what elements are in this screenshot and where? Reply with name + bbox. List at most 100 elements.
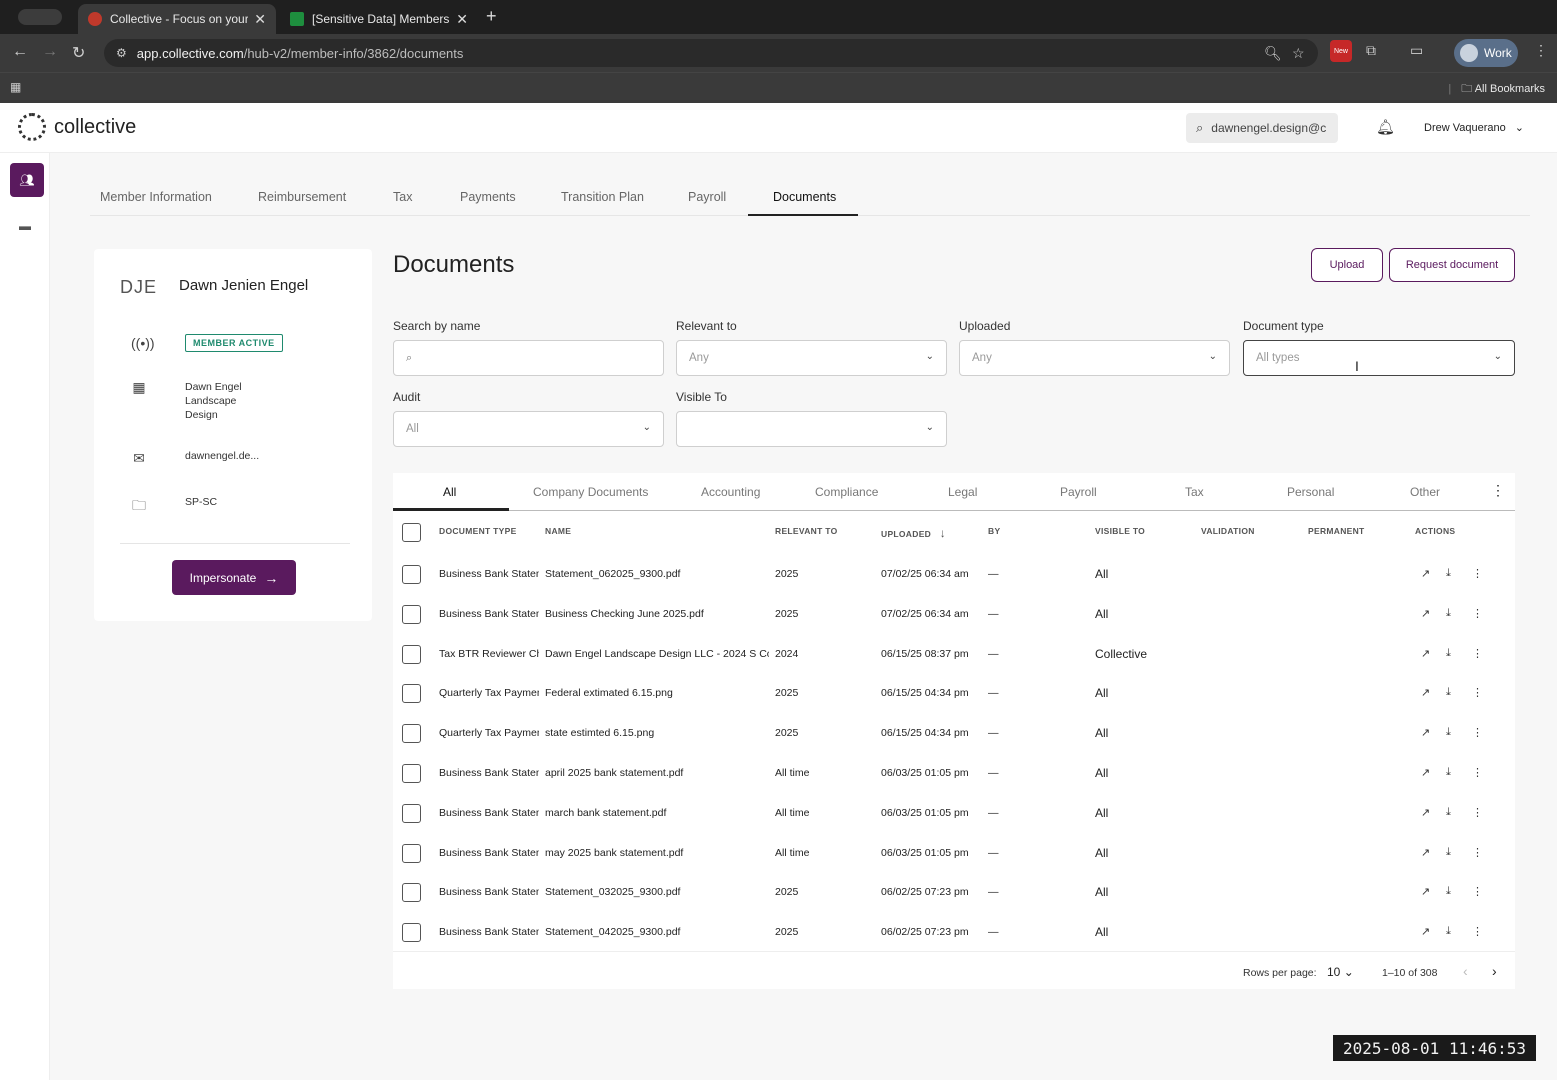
open-external-icon[interactable]: ↗: [1421, 885, 1430, 898]
download-icon[interactable]: ⤓: [1446, 846, 1451, 859]
table-row[interactable]: Business Bank Statement march bank statem…: [393, 793, 1515, 833]
tab-payments[interactable]: Payments: [460, 190, 516, 204]
audit-select[interactable]: All ⌄: [393, 411, 664, 447]
uploaded-select[interactable]: Any ⌄: [959, 340, 1230, 376]
column-header-document-type[interactable]: DOCUMENT TYPE: [439, 526, 517, 536]
impersonate-button[interactable]: Impersonate →: [172, 560, 296, 595]
row-checkbox[interactable]: [402, 843, 421, 863]
table-row[interactable]: Quarterly Tax Payment Federal extimated 6…: [393, 673, 1515, 713]
row-checkbox[interactable]: [402, 764, 421, 783]
open-external-icon[interactable]: ↗: [1421, 647, 1430, 660]
row-menu-icon[interactable]: ⋮: [1472, 607, 1483, 620]
collective-logo[interactable]: collective: [18, 113, 136, 141]
category-tab-company-documents[interactable]: Company Documents: [533, 485, 648, 499]
table-row[interactable]: Tax BTR Reviewer Checklist Dawn Engel Lan…: [393, 634, 1515, 674]
row-menu-icon[interactable]: ⋮: [1472, 846, 1483, 859]
tab-member-information[interactable]: Member Information: [100, 190, 212, 204]
column-header-validation[interactable]: VALIDATION: [1201, 526, 1255, 536]
category-tab-other[interactable]: Other: [1410, 485, 1440, 499]
row-checkbox[interactable]: [402, 724, 421, 744]
open-external-icon[interactable]: ↗: [1421, 766, 1430, 779]
open-external-icon[interactable]: ↗: [1421, 846, 1430, 859]
table-row[interactable]: Business Bank Statement april 2025 bank s…: [393, 753, 1515, 793]
row-checkbox[interactable]: [402, 923, 421, 943]
extensions-puzzle-icon[interactable]: ⧉: [1366, 42, 1376, 59]
download-icon[interactable]: ⤓: [1446, 806, 1451, 819]
browser-menu-icon[interactable]: ⋮: [1534, 42, 1548, 59]
category-tab-tax[interactable]: Tax: [1185, 485, 1204, 499]
category-tab-legal[interactable]: Legal: [948, 485, 977, 499]
cast-icon[interactable]: ▭: [1410, 42, 1423, 59]
column-header-uploaded[interactable]: UPLOADED ↓: [881, 526, 946, 540]
close-tab-icon[interactable]: ✕: [456, 11, 468, 28]
forward-icon[interactable]: →: [42, 43, 58, 61]
row-menu-icon[interactable]: ⋮: [1472, 686, 1483, 699]
relevant-to-select[interactable]: Any ⌄: [676, 340, 947, 376]
column-header-by[interactable]: BY: [988, 526, 1000, 536]
extension-new-icon[interactable]: New: [1330, 40, 1352, 62]
more-options-icon[interactable]: ⋮: [1491, 482, 1505, 499]
new-tab-icon[interactable]: +: [486, 6, 497, 27]
row-menu-icon[interactable]: ⋮: [1472, 647, 1483, 660]
previous-page-icon[interactable]: ‹: [1463, 963, 1468, 979]
user-menu[interactable]: Drew Vaquerano ⌄: [1424, 121, 1524, 134]
sort-arrow-down-icon[interactable]: ↓: [940, 526, 946, 540]
download-icon[interactable]: ⤓: [1446, 647, 1451, 660]
tab-payroll[interactable]: Payroll: [688, 190, 726, 204]
row-menu-icon[interactable]: ⋮: [1472, 806, 1483, 819]
row-checkbox[interactable]: [402, 604, 421, 624]
open-external-icon[interactable]: ↗: [1421, 726, 1430, 739]
table-row[interactable]: Business Bank Statement may 2025 bank sta…: [393, 833, 1515, 873]
row-menu-icon[interactable]: ⋮: [1472, 726, 1483, 739]
column-header-permanent[interactable]: PERMANENT: [1308, 526, 1365, 536]
table-row[interactable]: Business Bank Statement Statement_062025_…: [393, 554, 1515, 594]
reload-icon[interactable]: ↻: [72, 43, 85, 63]
row-checkbox[interactable]: [402, 684, 421, 704]
document-type-select[interactable]: All types ⌄: [1243, 340, 1515, 376]
row-menu-icon[interactable]: ⋮: [1472, 766, 1483, 779]
zoom-icon[interactable]: 🔍︎: [1264, 45, 1282, 62]
table-row[interactable]: Business Bank Statement Statement_042025_…: [393, 912, 1515, 952]
category-tab-payroll[interactable]: Payroll: [1060, 485, 1097, 499]
row-checkbox[interactable]: [402, 803, 421, 823]
table-row[interactable]: Business Bank Statement Statement_032025_…: [393, 872, 1515, 912]
members-nav-icon[interactable]: 👥︎: [10, 163, 44, 197]
open-external-icon[interactable]: ↗: [1421, 607, 1430, 620]
open-external-icon[interactable]: ↗: [1421, 567, 1430, 580]
rows-per-page-select[interactable]: 10 ⌄: [1327, 965, 1354, 979]
select-all-checkbox[interactable]: [402, 523, 421, 542]
download-icon[interactable]: ⤓: [1446, 885, 1451, 898]
profile-button[interactable]: Work: [1454, 39, 1518, 67]
close-tab-icon[interactable]: ✕: [254, 11, 266, 28]
table-row[interactable]: Quarterly Tax Payment state estimted 6.15…: [393, 713, 1515, 753]
open-external-icon[interactable]: ↗: [1421, 925, 1430, 938]
download-icon[interactable]: ⤓: [1446, 567, 1451, 580]
category-tab-accounting[interactable]: Accounting: [701, 485, 760, 499]
row-checkbox[interactable]: [402, 565, 421, 584]
upload-button[interactable]: Upload: [1311, 248, 1383, 282]
tab-tax[interactable]: Tax: [393, 190, 412, 204]
next-page-icon[interactable]: ›: [1492, 963, 1497, 979]
browser-tab-collective[interactable]: Collective - Focus on your pa ✕: [78, 4, 276, 34]
request-document-button[interactable]: Request document: [1389, 248, 1515, 282]
download-icon[interactable]: ⤓: [1446, 686, 1451, 699]
download-icon[interactable]: ⤓: [1446, 925, 1451, 938]
category-tab-compliance[interactable]: Compliance: [815, 485, 878, 499]
row-checkbox[interactable]: [402, 883, 421, 903]
all-bookmarks[interactable]: | 🗀 All Bookmarks: [1448, 80, 1545, 99]
row-checkbox[interactable]: [402, 644, 421, 664]
category-tab-all[interactable]: All: [443, 485, 456, 499]
tab-reimbursement[interactable]: Reimbursement: [258, 190, 346, 204]
column-header-name[interactable]: NAME: [545, 526, 571, 536]
browser-tab-sheets[interactable]: [Sensitive Data] Members wi ✕: [280, 4, 478, 34]
apps-grid-icon[interactable]: ▦: [10, 80, 21, 94]
visible-to-select[interactable]: ⌄: [676, 411, 947, 447]
site-info-icon[interactable]: ⚙: [116, 46, 127, 60]
table-row[interactable]: Business Bank Statement Business Checking…: [393, 594, 1515, 634]
download-icon[interactable]: ⤓: [1446, 607, 1451, 620]
download-icon[interactable]: ⤓: [1446, 766, 1451, 779]
download-icon[interactable]: ⤓: [1446, 726, 1451, 739]
column-header-visible-to[interactable]: VISIBLE TO: [1095, 526, 1145, 536]
open-external-icon[interactable]: ↗: [1421, 686, 1430, 699]
window-controls[interactable]: [18, 9, 62, 25]
